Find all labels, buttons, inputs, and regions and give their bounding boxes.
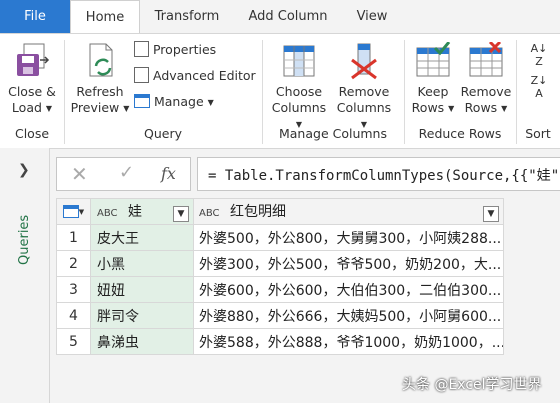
remove-rows-button[interactable]: Remove Rows ▼ (460, 40, 512, 117)
cell-wa[interactable]: 妞妞 (90, 276, 194, 303)
cell-hongbao[interactable]: 外婆880，外公666，大姨妈500，小阿舅600... (193, 302, 504, 329)
keep-rows-button[interactable]: Keep Rows ▼ (408, 41, 458, 117)
keep-rows-icon (416, 41, 451, 77)
tab-file[interactable]: File (0, 0, 70, 33)
close-load-label-1: Close & (8, 84, 56, 99)
refresh-label-1: Refresh (76, 84, 124, 99)
table-row[interactable]: 4 胖司令 外婆880，外公666，大姨妈500，小阿舅600... (56, 302, 504, 329)
cell-hongbao[interactable]: 外婆300，外公500，爷爷500，奶奶200，大... (193, 250, 504, 277)
properties-label: Properties (152, 42, 217, 57)
table-row[interactable]: 3 妞妞 外婆600，外公600，大伯伯300，二伯伯300... (56, 276, 504, 303)
advanced-editor-icon (134, 67, 149, 83)
sort-buttons[interactable]: A↓ Z Z↓ A (522, 42, 556, 100)
cell-hongbao[interactable]: 外婆600，外公600，大伯伯300，二伯伯300... (193, 276, 504, 303)
column-header-hongbao[interactable]: ABC 红包明细 ▼ (193, 198, 504, 225)
advanced-editor-button[interactable]: Advanced Editor (134, 67, 256, 85)
queries-pane-label[interactable]: Queries (17, 215, 32, 265)
tab-transform[interactable]: Transform (148, 0, 226, 33)
cell-wa[interactable]: 皮大王 (90, 224, 194, 251)
cancel-icon[interactable]: ✕ (71, 162, 88, 186)
properties-button[interactable]: Properties (134, 41, 216, 59)
cell-wa[interactable]: 小黑 (90, 250, 194, 277)
close-load-button[interactable]: Close & Load ▼ (4, 42, 60, 117)
refresh-preview-button[interactable]: Refresh Preview ▼ (70, 42, 130, 117)
row-number: 1 (56, 224, 91, 251)
remove-rows-icon (469, 40, 503, 77)
keep-rows-label-1: Keep (417, 84, 449, 99)
formula-text: = Table.TransformColumnTypes(Source,{{"娃… (208, 168, 560, 184)
remove-columns-button[interactable]: Remove Columns ▼ (332, 42, 396, 133)
chevron-down-icon: ▼ (207, 98, 214, 107)
manage-button[interactable]: Manage ▼ (134, 93, 214, 112)
text-type-icon: ABC (199, 208, 220, 219)
queries-pane: ❯ Queries (0, 148, 50, 403)
remove-rows-label-1: Remove (460, 84, 512, 99)
manage-table-icon (134, 94, 150, 108)
remove-rows-label-2: Rows ▼ (464, 100, 508, 115)
grid-header-row: ▼ ABC 娃 ▼ ABC 红包明细 ▼ (56, 198, 504, 225)
row-number: 4 (56, 302, 91, 329)
formula-controls: ✕ ✓ fx (56, 157, 191, 191)
group-manage-columns-label: Manage Columns (278, 126, 387, 141)
tab-add-column[interactable]: Add Column (242, 0, 334, 33)
column-header-wa[interactable]: ABC 娃 ▼ (90, 198, 194, 225)
table-icon (62, 205, 79, 218)
tab-view[interactable]: View (350, 0, 394, 33)
column-header-label: 娃 (127, 204, 142, 220)
formula-input[interactable]: = Table.TransformColumnTypes(Source,{{"娃… (197, 157, 560, 191)
row-number: 2 (56, 250, 91, 277)
text-type-icon: ABC (97, 208, 118, 219)
row-number: 3 (56, 276, 91, 303)
choose-columns-button[interactable]: Choose Columns ▼ (268, 42, 330, 133)
ribbon: Close & Load ▼ Close Refresh Preview ▼ P… (0, 33, 560, 149)
cell-wa[interactable]: 胖司令 (90, 302, 194, 329)
tab-home[interactable]: Home (70, 0, 140, 33)
row-number: 5 (56, 328, 91, 355)
manage-label: Manage (153, 94, 204, 109)
sort-ascending-icon: A↓ Z (530, 42, 548, 68)
remove-columns-icon (351, 43, 377, 80)
sort-descending-icon: Z↓ A (530, 74, 548, 100)
cell-wa[interactable]: 鼻涕虫 (90, 328, 194, 355)
refresh-icon (89, 43, 113, 77)
filter-dropdown-icon[interactable]: ▼ (173, 206, 189, 222)
save-disk-icon (17, 43, 50, 76)
choose-columns-label-1: Choose (275, 84, 323, 99)
cell-hongbao[interactable]: 外婆588，外公888，爷爷1000，奶奶1000，... (193, 328, 504, 355)
column-header-label: 红包明细 (229, 204, 286, 220)
table-menu-button[interactable]: ▼ (56, 198, 91, 225)
fx-icon[interactable]: fx (161, 164, 176, 183)
filter-dropdown-icon[interactable]: ▼ (483, 206, 499, 222)
data-grid: ▼ ABC 娃 ▼ ABC 红包明细 ▼ 1 皮大王 外婆500，外公800，大… (56, 198, 504, 355)
group-reduce-rows-label: Reduce Rows (418, 126, 502, 141)
advanced-editor-label: Advanced Editor (152, 68, 256, 83)
group-close-label: Close (14, 126, 50, 141)
confirm-check-icon[interactable]: ✓ (119, 162, 134, 183)
choose-columns-icon (283, 45, 315, 77)
table-row[interactable]: 1 皮大王 外婆500，外公800，大舅舅300，小阿姨288... (56, 224, 504, 251)
remove-columns-label-1: Remove (338, 84, 390, 99)
table-row[interactable]: 2 小黑 外婆300，外公500，爷爷500，奶奶200，大... (56, 250, 504, 277)
refresh-label-2: Preview ▼ (70, 100, 130, 115)
keep-rows-label-2: Rows ▼ (411, 100, 455, 115)
table-row[interactable]: 5 鼻涕虫 外婆588，外公888，爷爷1000，奶奶1000，... (56, 328, 504, 355)
properties-icon (134, 41, 149, 57)
cell-hongbao[interactable]: 外婆500，外公800，大舅舅300，小阿姨288... (193, 224, 504, 251)
expand-chevron-icon[interactable]: ❯ (18, 162, 30, 178)
watermark: 头条 @Excel学习世界 (402, 377, 542, 393)
close-load-label-2: Load ▼ (11, 100, 53, 115)
group-query-label: Query (144, 126, 182, 141)
ribbon-tab-bar: File Home Transform Add Column View (0, 0, 560, 33)
group-sort-label: Sort (525, 126, 551, 141)
